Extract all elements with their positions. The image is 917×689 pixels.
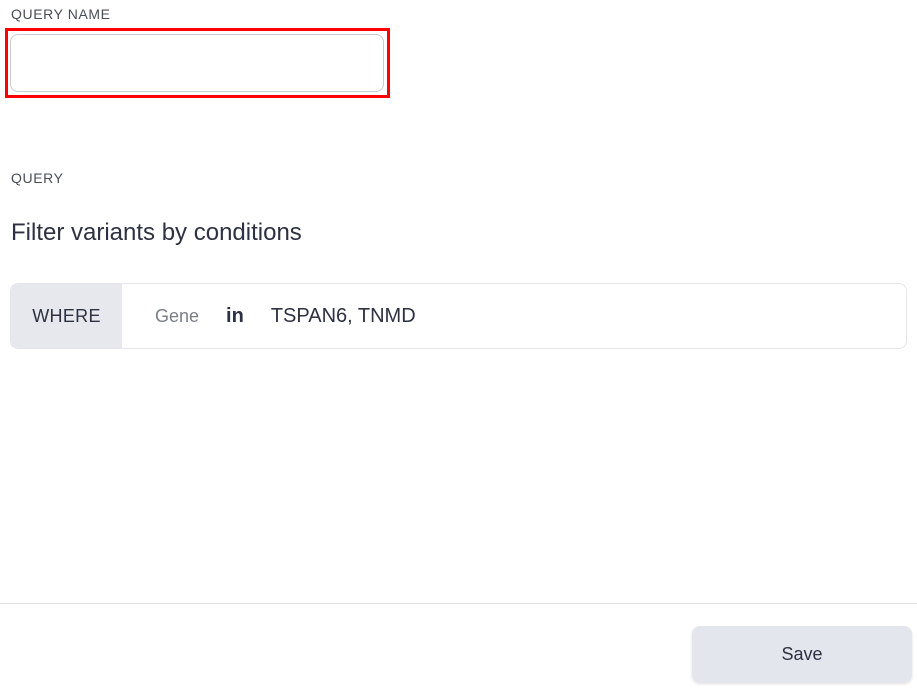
condition-values[interactable]: TSPAN6, TNMD [271, 284, 416, 348]
query-editor: QUERY NAME QUERY Filter variants by cond… [0, 0, 917, 689]
query-name-input[interactable] [10, 34, 384, 92]
section-title: Filter variants by conditions [11, 219, 302, 246]
condition-row[interactable]: WHERE Gene in TSPAN6, TNMD [10, 283, 907, 349]
condition-operator[interactable]: in [226, 284, 244, 348]
condition-field[interactable]: Gene [155, 284, 199, 348]
query-name-label: QUERY NAME [11, 6, 111, 22]
where-keyword: WHERE [11, 284, 122, 348]
query-label: QUERY [11, 170, 64, 186]
footer-divider [0, 603, 917, 604]
save-button[interactable]: Save [692, 626, 912, 682]
